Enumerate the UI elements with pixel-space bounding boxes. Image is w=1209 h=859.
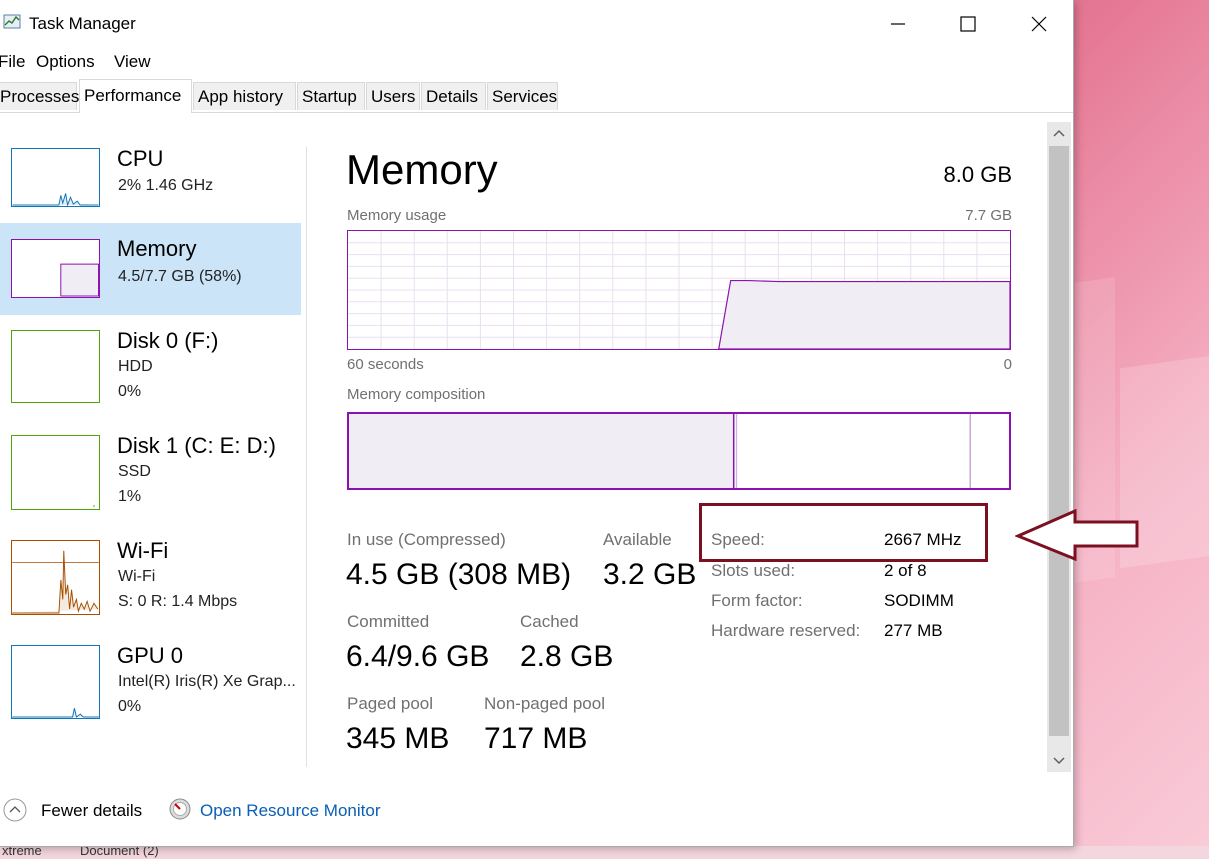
tab-processes[interactable]: Processes xyxy=(0,82,79,110)
sidebar-item-value: 0% xyxy=(118,383,142,400)
slots-used-value: 2 of 8 xyxy=(884,561,927,580)
available-value: 3.2 GB xyxy=(603,558,697,591)
performance-sidebar: CPU 2% 1.46 GHz Memory 4.5/7.7 GB (58%) … xyxy=(0,130,306,770)
scroll-down-icon[interactable] xyxy=(1047,750,1071,772)
sidebar-item-wifi[interactable]: Wi-Fi Wi-Fi S: 0 R: 1.4 Mbps xyxy=(0,538,301,630)
scrollbar-thumb[interactable] xyxy=(1049,146,1069,736)
sidebar-divider xyxy=(306,147,307,767)
memory-usage-area xyxy=(718,279,1010,349)
sidebar-item-subtitle: 2% 1.46 GHz xyxy=(118,177,214,194)
window-title: Task Manager xyxy=(29,14,136,33)
memory-composition-label: Memory composition xyxy=(347,386,486,403)
tab-app-history[interactable]: App history xyxy=(193,82,296,110)
committed-label: Committed xyxy=(347,612,430,631)
committed-value: 6.4/9.6 GB xyxy=(346,640,490,673)
sidebar-item-value: S: 0 R: 1.4 Mbps xyxy=(118,593,238,610)
taskbar: xtreme Document (2) xyxy=(0,846,1209,859)
time-axis-start: 60 seconds xyxy=(347,356,424,373)
cached-value: 2.8 GB xyxy=(520,640,614,673)
in-use-label: In use (Compressed) xyxy=(347,530,506,549)
fewer-details-button[interactable]: Fewer details xyxy=(41,801,142,821)
tab-users[interactable]: Users xyxy=(366,82,420,110)
sidebar-item-value: 0% xyxy=(118,698,142,715)
hardware-reserved-value: 277 MB xyxy=(884,621,943,640)
sidebar-item-subtitle: HDD xyxy=(118,358,153,375)
sidebar-item-title: Memory xyxy=(117,236,197,261)
vertical-scrollbar[interactable] xyxy=(1047,122,1071,772)
paged-pool-value: 345 MB xyxy=(346,722,450,755)
gpu-thumbnail-graph xyxy=(11,645,100,719)
minimize-icon[interactable] xyxy=(883,10,913,38)
close-icon[interactable] xyxy=(1024,10,1054,38)
sidebar-item-subtitle: Intel(R) Iris(R) Xe Grap... xyxy=(118,673,296,690)
sidebar-item-memory[interactable]: Memory 4.5/7.7 GB (58%) xyxy=(0,223,301,315)
sidebar-item-disk-1[interactable]: Disk 1 (C: E: D:) SSD 1% xyxy=(0,433,301,525)
cpu-thumbnail-graph xyxy=(11,148,100,207)
form-factor-value: SODIMM xyxy=(884,591,954,610)
speed-highlight-annotation xyxy=(699,503,988,562)
sidebar-item-title: Disk 0 (F:) xyxy=(117,328,219,353)
sidebar-item-subtitle: 4.5/7.7 GB (58%) xyxy=(118,268,242,285)
task-manager-window: Task Manager File Options View Processes… xyxy=(0,0,1074,847)
total-memory: 8.0 GB xyxy=(943,162,1012,187)
task-manager-icon xyxy=(3,14,21,29)
sidebar-item-title: Disk 1 (C: E: D:) xyxy=(117,433,276,458)
non-paged-pool-value: 717 MB xyxy=(484,722,588,755)
memory-usage-label: Memory usage xyxy=(347,207,447,224)
sidebar-item-cpu[interactable]: CPU 2% 1.46 GHz xyxy=(0,130,301,222)
sidebar-item-title: GPU 0 xyxy=(117,643,184,668)
sidebar-item-disk-0[interactable]: Disk 0 (F:) HDD 0% xyxy=(0,328,301,420)
paged-pool-label: Paged pool xyxy=(347,694,434,713)
title-bar[interactable]: Task Manager xyxy=(0,0,1073,44)
memory-composition-bar xyxy=(347,412,1011,490)
maximize-icon[interactable] xyxy=(953,10,983,38)
hardware-reserved-label: Hardware reserved: xyxy=(711,621,861,640)
page-title: Memory xyxy=(346,146,498,193)
memory-usage-max: 7.7 GB xyxy=(965,207,1012,224)
wifi-thumbnail-graph xyxy=(11,540,100,615)
tab-services[interactable]: Services xyxy=(487,82,558,110)
memory-thumbnail-graph xyxy=(11,239,100,298)
sidebar-item-subtitle: Wi-Fi xyxy=(118,568,156,585)
disk0-thumbnail-graph xyxy=(11,330,100,403)
footer: Fewer details Open Resource Monitor xyxy=(0,793,1073,829)
taskbar-item-0[interactable]: xtreme xyxy=(2,846,42,858)
sidebar-item-title: Wi-Fi xyxy=(117,538,169,563)
open-resource-monitor-link[interactable]: Open Resource Monitor xyxy=(200,801,380,821)
menu-file[interactable]: File xyxy=(0,52,25,72)
form-factor-label: Form factor: xyxy=(711,591,803,610)
tab-performance[interactable]: Performance xyxy=(79,79,192,113)
sidebar-item-title: CPU xyxy=(117,146,164,171)
scroll-up-icon[interactable] xyxy=(1047,122,1071,144)
chevron-up-circle-icon[interactable] xyxy=(3,798,27,822)
menu-view[interactable]: View xyxy=(114,52,151,72)
sidebar-item-value: 1% xyxy=(118,488,142,505)
tab-startup[interactable]: Startup xyxy=(297,82,365,110)
disk1-thumbnail-graph xyxy=(11,435,100,510)
in-use-value: 4.5 GB (308 MB) xyxy=(346,558,572,591)
tab-details[interactable]: Details xyxy=(421,82,486,110)
available-label: Available xyxy=(603,530,672,549)
tab-bar: Processes Performance App history Startu… xyxy=(0,79,1073,113)
cached-label: Cached xyxy=(520,612,579,631)
arrow-left-icon xyxy=(1015,509,1139,561)
non-paged-pool-label: Non-paged pool xyxy=(484,694,605,713)
sidebar-item-gpu-0[interactable]: GPU 0 Intel(R) Iris(R) Xe Grap... 0% xyxy=(0,643,301,735)
menu-options[interactable]: Options xyxy=(36,52,95,72)
sidebar-item-subtitle: SSD xyxy=(118,463,151,480)
memory-usage-graph xyxy=(347,230,1011,350)
resource-monitor-icon xyxy=(169,798,191,820)
taskbar-item-1[interactable]: Document (2) xyxy=(80,846,159,858)
slots-used-label: Slots used: xyxy=(711,561,796,580)
time-axis-end: 0 xyxy=(1003,356,1012,373)
